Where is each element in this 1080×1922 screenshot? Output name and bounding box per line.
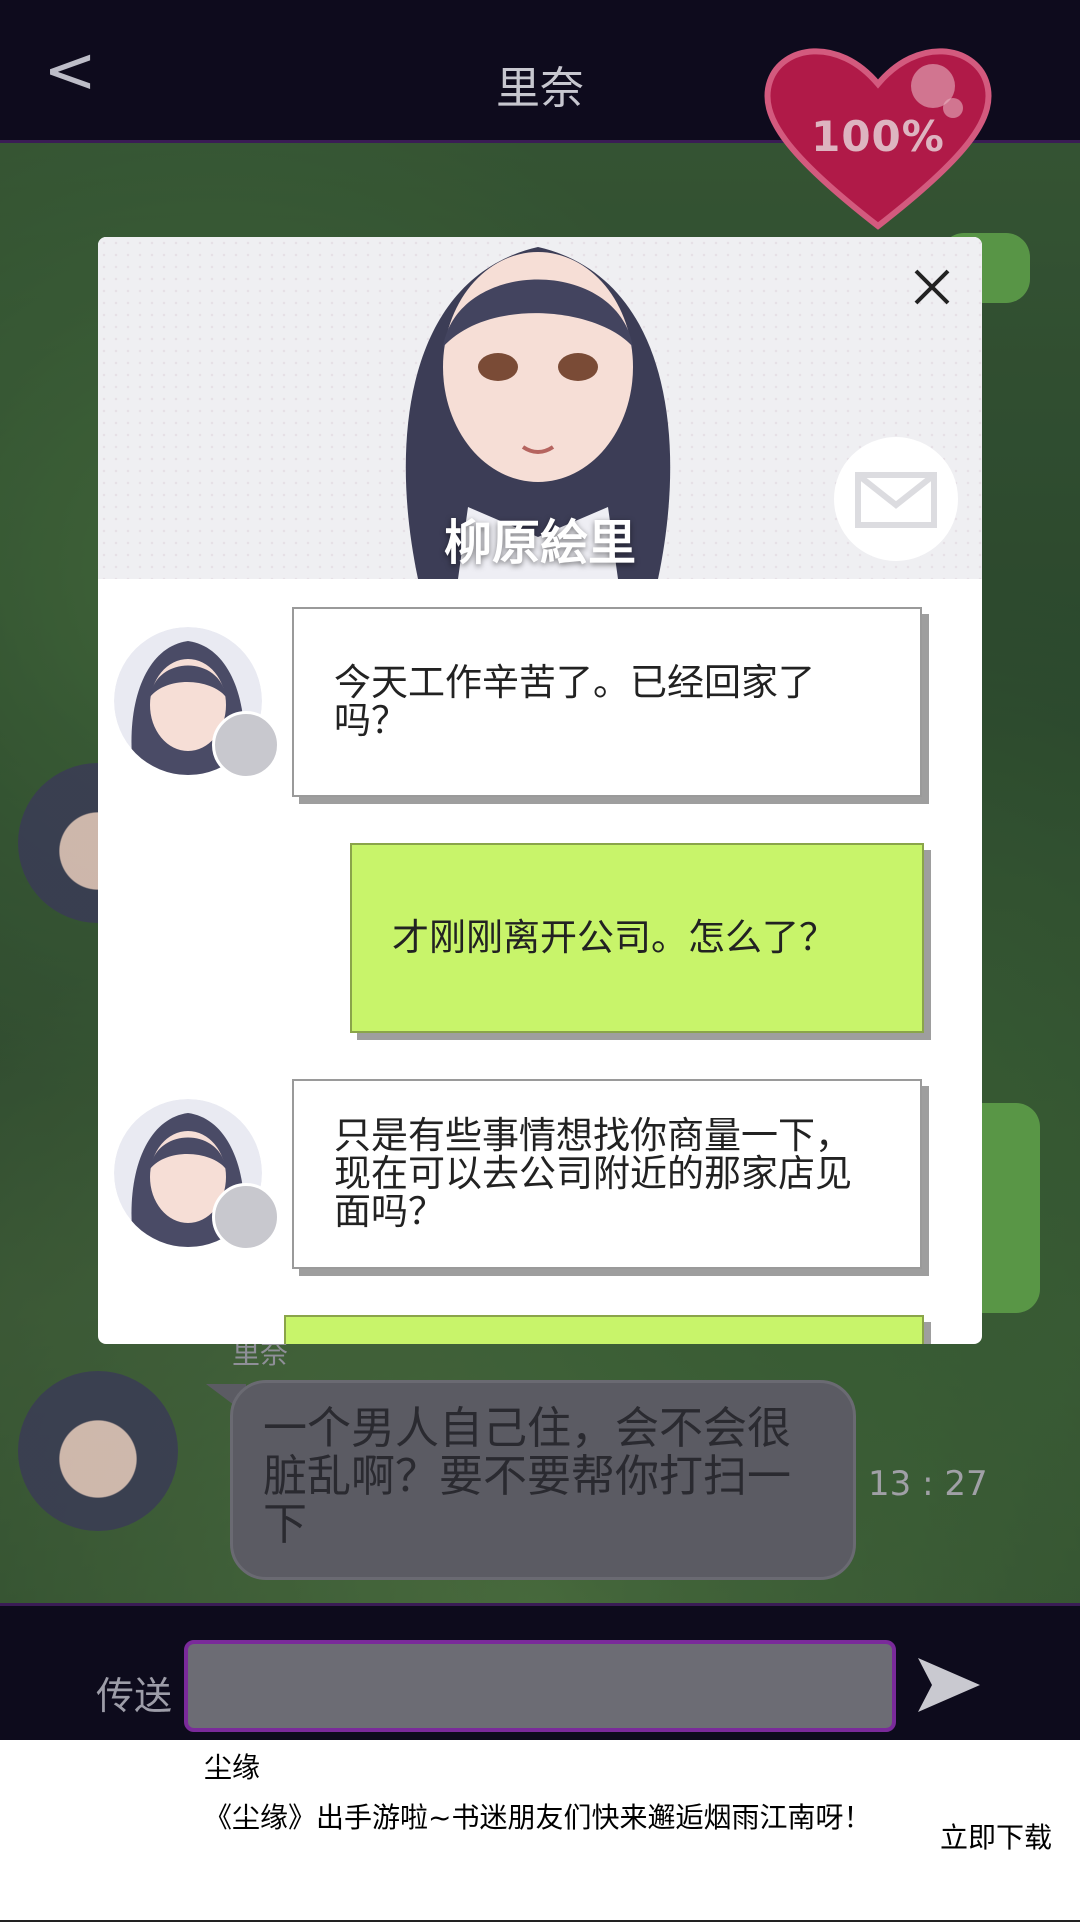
affection-percent: 100% <box>811 112 945 161</box>
ad-title: 尘缘 <box>204 1751 261 1784</box>
message-input[interactable] <box>184 1640 896 1732</box>
mail-badge-icon <box>212 1183 280 1251</box>
avatar <box>18 1371 178 1531</box>
message-history-modal: 柳原絵里 今天工作辛苦了。已经回家了吗？ 才刚刚离开公司。怎么了？ 只是有些事情… <box>98 237 982 1344</box>
character-message: 只是有些事情想找你商量一下，现在可以去公司附近的那家店见面吗？ <box>292 1079 922 1269</box>
chat-bubble: 一个男人自己住，会不会很脏乱啊？要不要帮你打扫一下 <box>230 1380 856 1580</box>
ad-text: 《尘缘》出手游啦~书迷朋友们快来邂逅烟雨江南呀！ <box>204 1801 872 1834</box>
character-name: 柳原絵里 <box>443 515 636 571</box>
ad-download-button[interactable]: 立即下载 <box>940 1816 1052 1856</box>
send-label: 传送 <box>96 1674 173 1718</box>
player-message <box>284 1315 924 1344</box>
player-message: 才刚刚离开公司。怎么了？ <box>350 843 924 1033</box>
mail-badge-icon <box>212 711 280 779</box>
modal-header: 柳原絵里 <box>98 237 982 579</box>
message-time: 13 : 27 <box>868 1464 988 1504</box>
send-arrow-icon[interactable] <box>914 1650 984 1720</box>
character-message: 今天工作辛苦了。已经回家了吗？ <box>292 607 922 797</box>
close-icon[interactable] <box>912 267 952 307</box>
